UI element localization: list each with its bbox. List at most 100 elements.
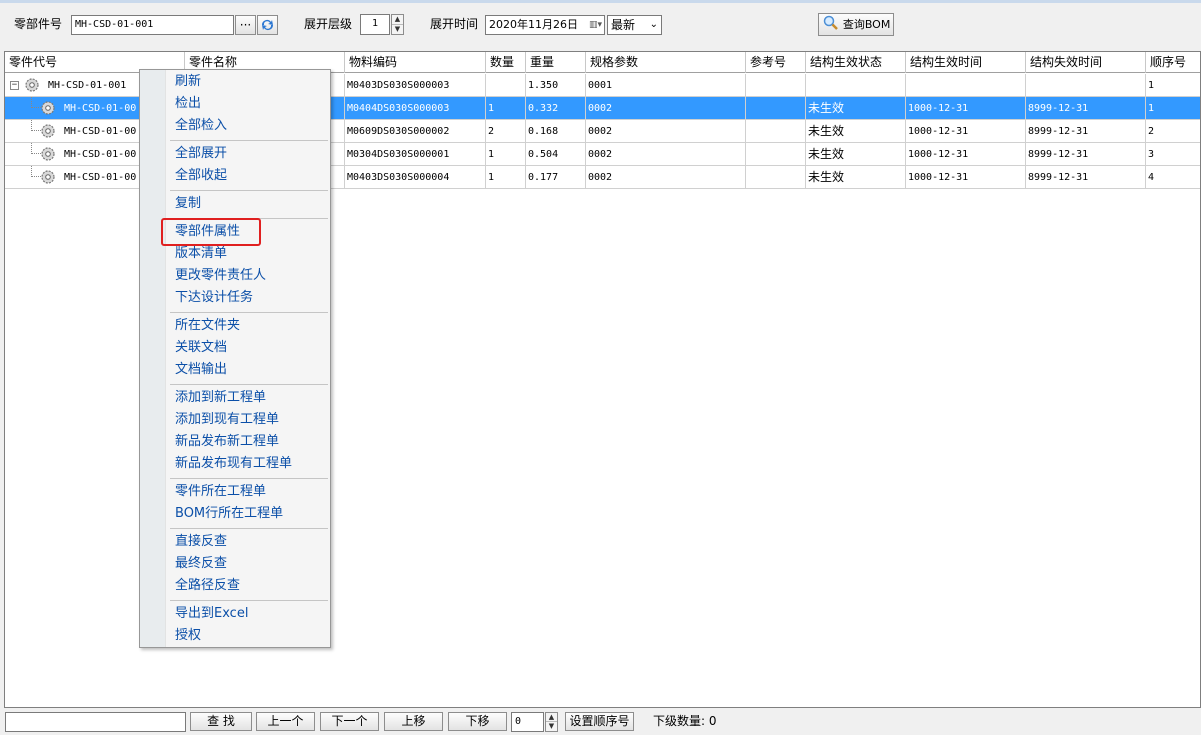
menu-item[interactable]: 复制 [175,193,201,215]
table-cell[interactable]: 0002 [586,97,746,120]
table-cell[interactable]: M0609DS030S000002 [345,120,486,143]
table-cell[interactable]: 0002 [586,143,746,166]
table-cell[interactable]: 0002 [586,166,746,189]
table-cell[interactable] [486,74,526,97]
menu-item[interactable]: BOM行所在工程单 [175,503,283,525]
menu-item[interactable]: 版本清单 [175,243,227,265]
browse-button[interactable]: ··· [235,15,256,35]
table-cell[interactable] [746,166,806,189]
table-cell[interactable]: 2 [1146,120,1200,143]
table-cell[interactable]: 1000-12-31 [906,143,1026,166]
menu-item[interactable]: 文档输出 [175,359,227,381]
table-cell[interactable]: 8999-12-31 [1026,97,1146,120]
table-cell[interactable]: 1000-12-31 [906,120,1026,143]
table-cell[interactable] [746,120,806,143]
menu-item[interactable]: 最终反查 [175,553,227,575]
calendar-dropdown-icon[interactable]: ▥▾ [589,16,602,34]
refresh-button[interactable] [257,15,278,35]
menu-item[interactable]: 刷新 [175,71,201,93]
stepper-up-icon[interactable]: ▲ [392,15,403,25]
menu-item[interactable]: 直接反查 [175,531,227,553]
table-cell[interactable]: M0403DS030S000003 [345,74,486,97]
table-cell[interactable]: M0404DS030S000003 [345,97,486,120]
table-cell[interactable] [746,97,806,120]
column-header[interactable]: 数量 [486,52,526,73]
expand-date-picker[interactable]: 2020年11月26日 ▥▾ [485,15,605,35]
column-header[interactable]: 物料编码 [345,52,486,73]
menu-item[interactable]: 全部展开 [175,143,227,165]
column-header[interactable]: 结构生效时间 [906,52,1026,73]
table-cell[interactable]: 2 [486,120,526,143]
table-cell[interactable] [906,74,1026,97]
menu-item[interactable]: 新品发布现有工程单 [175,453,292,475]
table-cell[interactable]: 0.504 [526,143,586,166]
next-button[interactable]: 下一个 [320,712,379,731]
table-cell[interactable] [746,143,806,166]
table-cell[interactable]: 0001 [586,74,746,97]
stepper-down-icon[interactable]: ▼ [546,722,557,731]
move-up-button[interactable]: 上移 [384,712,443,731]
table-cell[interactable]: 未生效 [806,97,906,120]
table-cell[interactable]: 8999-12-31 [1026,120,1146,143]
find-button[interactable]: 查 找 [190,712,252,731]
column-header[interactable]: 参考号 [746,52,806,73]
table-cell[interactable]: 1000-12-31 [906,166,1026,189]
table-cell[interactable]: 8999-12-31 [1026,143,1146,166]
expand-level-stepper[interactable]: ▲ ▼ [391,14,404,35]
table-cell[interactable]: 1 [1146,74,1200,97]
menu-item[interactable]: 新品发布新工程单 [175,431,279,453]
table-cell[interactable]: 0.177 [526,166,586,189]
table-cell[interactable]: 1 [486,166,526,189]
move-down-button[interactable]: 下移 [448,712,507,731]
menu-item[interactable]: 全部收起 [175,165,227,187]
order-number-stepper[interactable]: ▲ ▼ [545,712,558,732]
table-cell[interactable]: 4 [1146,166,1200,189]
menu-item[interactable]: 全路径反查 [175,575,240,597]
expand-level-input[interactable]: 1 [360,14,390,35]
column-header[interactable]: 结构生效状态 [806,52,906,73]
table-cell[interactable]: 1.350 [526,74,586,97]
collapse-icon[interactable]: − [10,81,19,90]
column-header[interactable]: 规格参数 [586,52,746,73]
part-number-input[interactable]: MH-CSD-01-001 [71,15,234,35]
table-cell[interactable]: 0002 [586,120,746,143]
menu-item[interactable]: 添加到现有工程单 [175,409,279,431]
menu-item[interactable]: 更改零件责任人 [175,265,266,287]
version-select[interactable]: 最新 ⌄ [607,15,662,35]
menu-item[interactable]: 导出到Excel [175,603,248,625]
menu-item[interactable]: 授权 [175,625,201,647]
table-cell[interactable]: 1 [486,97,526,120]
search-input[interactable] [5,712,186,732]
table-cell[interactable]: 未生效 [806,120,906,143]
menu-item[interactable]: 零件所在工程单 [175,481,266,503]
table-cell[interactable]: M0304DS030S000001 [345,143,486,166]
menu-item[interactable]: 所在文件夹 [175,315,240,337]
table-cell[interactable]: 0.332 [526,97,586,120]
stepper-down-icon[interactable]: ▼ [392,25,403,35]
column-header[interactable]: 结构失效时间 [1026,52,1146,73]
menu-item[interactable]: 全部检入 [175,115,227,137]
table-cell[interactable]: M0403DS030S000004 [345,166,486,189]
table-cell[interactable]: 8999-12-31 [1026,166,1146,189]
table-cell[interactable]: 1 [486,143,526,166]
table-cell[interactable]: 1 [1146,97,1200,120]
set-order-button[interactable]: 设置顺序号 [565,712,634,731]
stepper-up-icon[interactable]: ▲ [546,713,557,722]
table-cell[interactable] [746,74,806,97]
column-header[interactable]: 顺序号 [1146,52,1200,73]
menu-item[interactable]: 添加到新工程单 [175,387,266,409]
menu-item[interactable]: 检出 [175,93,201,115]
table-cell[interactable]: 未生效 [806,143,906,166]
query-bom-button[interactable]: 查询BOM [818,13,894,36]
menu-item[interactable]: 下达设计任务 [175,287,253,309]
table-cell[interactable]: 0.168 [526,120,586,143]
table-cell[interactable] [806,74,906,97]
order-number-input[interactable]: 0 [511,712,544,732]
table-cell[interactable]: 1000-12-31 [906,97,1026,120]
table-cell[interactable]: 未生效 [806,166,906,189]
menu-item[interactable]: 关联文档 [175,337,227,359]
table-cell[interactable] [1026,74,1146,97]
previous-button[interactable]: 上一个 [256,712,315,731]
column-header[interactable]: 重量 [526,52,586,73]
table-cell[interactable]: 3 [1146,143,1200,166]
